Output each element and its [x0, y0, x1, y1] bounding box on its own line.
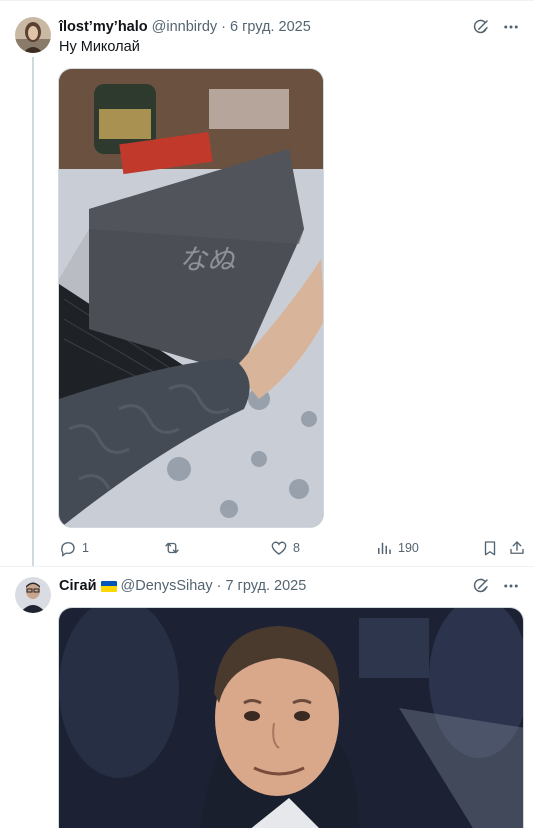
tweet-date[interactable]: 7 груд. 2025	[225, 578, 306, 594]
display-name[interactable]: îlost’my’halo	[59, 19, 148, 35]
bookmark-icon	[481, 539, 499, 557]
views-count: 190	[398, 541, 419, 555]
tweet-media-photo[interactable]	[58, 607, 524, 828]
views-button[interactable]: 190	[375, 539, 419, 557]
reply-button[interactable]: 1	[59, 539, 89, 557]
user-handle[interactable]: @innbirdy	[152, 19, 218, 35]
tweet-header: îlost’my’halo @innbirdy · 6 груд. 2025	[59, 17, 520, 37]
retweet-button[interactable]	[163, 539, 186, 557]
tweet-media-photo[interactable]: なぬ	[58, 68, 324, 528]
reply-icon	[59, 539, 77, 557]
tweet-text: Ну Миколай	[59, 39, 140, 55]
heart-icon	[270, 539, 288, 557]
separator: ·	[221, 19, 226, 35]
user-handle[interactable]: @DenysSihay	[121, 578, 213, 594]
views-icon	[375, 539, 393, 557]
more-icon[interactable]	[502, 577, 520, 595]
svg-text:なぬ: なぬ	[179, 243, 236, 276]
tweet-actions: 1 8 190	[59, 538, 524, 558]
share-button[interactable]	[508, 539, 526, 557]
grok-icon[interactable]	[472, 18, 490, 36]
reply-count: 1	[82, 541, 89, 555]
separator: ·	[216, 578, 222, 594]
like-button[interactable]: 8	[270, 539, 300, 557]
like-count: 8	[293, 541, 300, 555]
tweet[interactable]: îlost’my’halo @innbirdy · 6 груд. 2025 Н…	[0, 0, 534, 567]
tweet-header: Сігай @DenysSihay · 7 груд. 2025	[59, 576, 520, 596]
avatar[interactable]	[15, 577, 51, 613]
tweet-date[interactable]: 6 груд. 2025	[230, 19, 311, 35]
tweet[interactable]: Сігай @DenysSihay · 7 груд. 2025	[0, 566, 534, 828]
display-name[interactable]: Сігай	[59, 578, 97, 594]
ukraine-flag-icon	[100, 580, 117, 592]
share-icon	[508, 539, 526, 557]
retweet-icon	[163, 539, 181, 557]
avatar[interactable]	[15, 17, 51, 53]
more-icon[interactable]	[502, 18, 520, 36]
thread-line	[32, 57, 34, 567]
bookmark-button[interactable]	[481, 539, 499, 557]
grok-icon[interactable]	[472, 577, 490, 595]
